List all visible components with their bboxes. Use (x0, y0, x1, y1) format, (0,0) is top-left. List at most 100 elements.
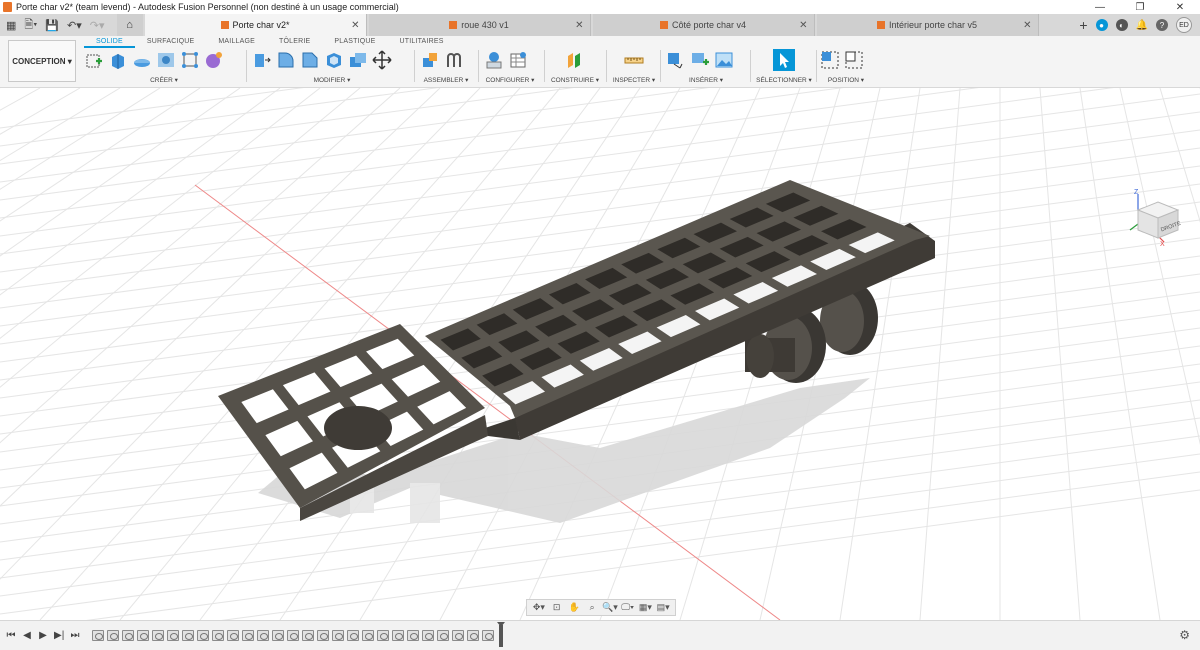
press-pull-icon[interactable] (252, 50, 272, 70)
home-tab-button[interactable]: ⌂ (116, 14, 143, 36)
extrude-icon[interactable] (108, 50, 128, 70)
timeline-feature-icon[interactable] (257, 630, 269, 641)
offset-plane-icon[interactable] (565, 50, 585, 70)
revolve-icon[interactable] (132, 50, 152, 70)
group-construct-label[interactable]: CONSTRUIRE ▾ (550, 76, 600, 84)
tab-porte-char[interactable]: Porte char v2* ✕ (144, 14, 367, 36)
timeline-feature-icon[interactable] (467, 630, 479, 641)
notifications-icon[interactable]: 🔔 (1136, 20, 1148, 31)
timeline-feature-icon[interactable] (107, 630, 119, 641)
hole-icon[interactable] (156, 50, 176, 70)
viewports-icon[interactable]: ▤▾ (655, 602, 671, 614)
go-to-end-icon[interactable]: ⏭ (70, 630, 80, 641)
zoom-icon[interactable]: ⌕ (584, 602, 600, 614)
timeline-feature-icon[interactable] (212, 630, 224, 641)
new-component-icon[interactable] (420, 50, 440, 70)
select-icon[interactable] (773, 49, 795, 71)
look-at-icon[interactable]: ⊡ (549, 602, 565, 614)
user-avatar[interactable]: ED (1176, 17, 1192, 33)
display-settings-icon[interactable]: 🖵▾ (620, 602, 636, 614)
orbit-icon[interactable]: ✥▾ (531, 602, 547, 614)
tab-utilitaires[interactable]: UTILITAIRES (387, 36, 455, 48)
group-modify-label[interactable]: MODIFIER ▾ (252, 76, 412, 84)
timeline-feature-icon[interactable] (392, 630, 404, 641)
tab-solide[interactable]: SOLIDE (84, 36, 135, 48)
shell-icon[interactable] (324, 50, 344, 70)
group-insert-label[interactable]: INSÉRER ▾ (666, 76, 746, 84)
timeline-feature-icon[interactable] (362, 630, 374, 641)
timeline-feature-icon[interactable] (437, 630, 449, 641)
insert-derive-icon[interactable] (666, 50, 686, 70)
create-form-icon[interactable] (204, 50, 224, 70)
timeline-feature-icon[interactable] (137, 630, 149, 641)
joint-icon[interactable] (444, 50, 464, 70)
new-tab-icon[interactable]: + (1079, 17, 1087, 33)
timeline-feature-icon[interactable] (407, 630, 419, 641)
group-inspect-label[interactable]: INSPECTER ▾ (612, 76, 656, 84)
timeline-feature-icon[interactable] (317, 630, 329, 641)
workspace-switcher[interactable]: CONCEPTION ▾ (8, 40, 76, 82)
pattern-icon[interactable] (180, 50, 200, 70)
timeline-feature-icon[interactable] (197, 630, 209, 641)
timeline-feature-icon[interactable] (167, 630, 179, 641)
restore-button[interactable]: ❐ (1120, 2, 1160, 13)
group-configure-label[interactable]: CONFIGURER ▾ (484, 76, 536, 84)
timeline-settings-icon[interactable]: ⚙ (1179, 628, 1190, 642)
timeline-feature-icon[interactable] (377, 630, 389, 641)
close-window-button[interactable]: ✕ (1160, 2, 1200, 13)
step-forward-icon[interactable]: ▶| (54, 630, 64, 641)
zoom-window-icon[interactable]: 🔍▾ (602, 602, 618, 614)
timeline-feature-icon[interactable] (92, 630, 104, 641)
timeline-feature-icon[interactable] (332, 630, 344, 641)
move-copy-icon[interactable] (372, 50, 392, 70)
job-status-icon[interactable]: ◐ (1115, 19, 1128, 31)
timeline-feature-icon[interactable] (227, 630, 239, 641)
capture-position-icon[interactable] (820, 50, 840, 70)
tab-plastique[interactable]: PLASTIQUE (322, 36, 387, 48)
tab-maillage[interactable]: MAILLAGE (206, 36, 267, 48)
timeline-feature-icon[interactable] (152, 630, 164, 641)
parameters-icon[interactable] (484, 50, 504, 70)
go-to-start-icon[interactable]: ⏮ (6, 630, 16, 641)
timeline-feature-icon[interactable] (182, 630, 194, 641)
close-tab-icon[interactable]: ✕ (1023, 20, 1031, 31)
tab-interieur-porte-char[interactable]: Intérieur porte char v5 ✕ (816, 14, 1039, 36)
timeline-feature-icon[interactable] (287, 630, 299, 641)
revert-position-icon[interactable] (844, 50, 864, 70)
group-create-label[interactable]: CRÉER ▾ (84, 76, 244, 84)
fillet-icon[interactable] (276, 50, 296, 70)
timeline-feature-icon[interactable] (302, 630, 314, 641)
tab-roue[interactable]: roue 430 v1 ✕ (368, 14, 591, 36)
pan-icon[interactable]: ✋ (567, 602, 583, 614)
timeline-feature-icon[interactable] (452, 630, 464, 641)
timeline-feature-icon[interactable] (122, 630, 134, 641)
combine-icon[interactable] (348, 50, 368, 70)
redo-icon[interactable]: ↷▾ (90, 19, 105, 32)
insert-canvas-icon[interactable] (714, 50, 734, 70)
chamfer-icon[interactable] (300, 50, 320, 70)
create-sketch-icon[interactable] (84, 50, 104, 70)
undo-icon[interactable]: ↶▾ (67, 19, 82, 32)
file-menu-icon[interactable]: 🗎▾ (24, 16, 37, 35)
help-icon[interactable]: ? (1156, 19, 1168, 31)
timeline-marker[interactable] (497, 621, 505, 647)
play-icon[interactable]: ▶ (38, 630, 48, 641)
tab-surfacique[interactable]: SURFACIQUE (135, 36, 207, 48)
timeline-feature-icon[interactable] (422, 630, 434, 641)
group-select-label[interactable]: SÉLECTIONNER ▾ (756, 76, 812, 84)
timeline-feature-icon[interactable] (242, 630, 254, 641)
extensions-icon[interactable]: ● (1095, 19, 1108, 31)
tab-cote-porte-char[interactable]: Côté porte char v4 ✕ (592, 14, 815, 36)
viewcube[interactable]: Z X DROITE (1126, 188, 1182, 246)
data-panel-icon[interactable]: ▦ (6, 19, 16, 32)
grid-settings-icon[interactable]: ▦▾ (638, 602, 654, 614)
group-assemble-label[interactable]: ASSEMBLER ▾ (420, 76, 472, 84)
close-tab-icon[interactable]: ✕ (799, 20, 807, 31)
save-icon[interactable]: 💾 (45, 19, 59, 32)
group-position-label[interactable]: POSITION ▾ (820, 76, 872, 84)
model-canvas[interactable] (0, 88, 1200, 620)
close-tab-icon[interactable]: ✕ (351, 20, 359, 31)
step-back-icon[interactable]: ◀ (22, 630, 32, 641)
tab-tolerie[interactable]: TÔLERIE (267, 36, 322, 48)
insert-component-icon[interactable] (690, 50, 710, 70)
